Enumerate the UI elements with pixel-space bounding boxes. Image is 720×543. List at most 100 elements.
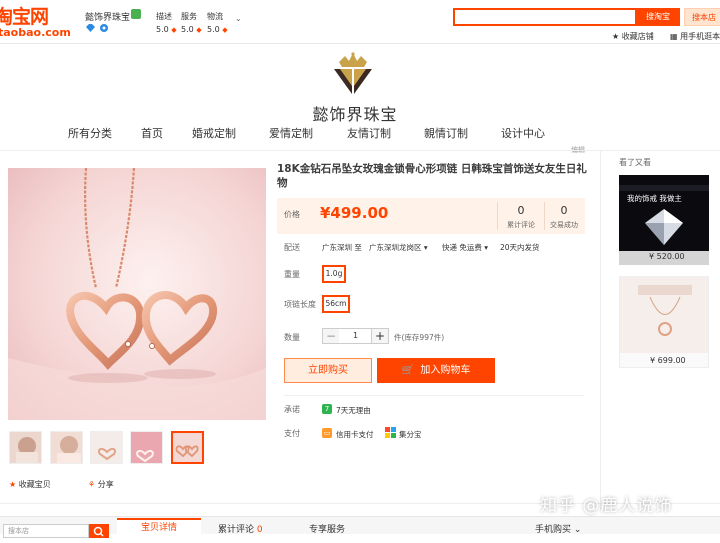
jifenbao-icon — [385, 427, 396, 438]
mobile-order-link[interactable]: 手机购买 ⌄ — [535, 522, 581, 535]
recommend-title: 看了又看 — [619, 158, 651, 167]
mobile-shop-link[interactable]: ▦ 用手机逛本 — [670, 31, 720, 42]
recommend-card-1[interactable]: 我的饰戒 我做主 ¥ 520.00 — [619, 175, 709, 265]
score-label: 描述 — [156, 12, 172, 21]
thumbnail-4[interactable] — [130, 431, 163, 464]
brand-name: 懿饰界珠宝 — [312, 105, 398, 124]
logo-domain: taobao.com — [0, 26, 71, 39]
score-description: 描述 5.0 ◆ — [156, 10, 177, 37]
star-icon: ★ — [9, 480, 17, 489]
shop-search-button[interactable] — [89, 524, 109, 538]
score-value: 5.0 — [207, 25, 220, 34]
promise-label: 承诺 — [284, 405, 300, 414]
quantity-label: 数量 — [284, 333, 300, 342]
search-input[interactable] — [453, 8, 637, 26]
price-label: 价格 — [284, 210, 300, 219]
thumbnail-2[interactable] — [50, 431, 83, 464]
score-value: 5.0 — [156, 25, 169, 34]
favorite-shop-label: 收藏店铺 — [621, 32, 654, 41]
recommend-image-2 — [620, 277, 708, 367]
tab-service[interactable]: 专享服务 — [309, 522, 345, 535]
thumbnail-image — [91, 432, 122, 463]
arrow-up-icon: ◆ — [196, 26, 202, 34]
brand-crown-logo-icon — [334, 52, 372, 94]
mobile-shop-label: 用手机逛本 — [680, 32, 720, 41]
thumbnail-image — [131, 432, 162, 463]
score-logistics: 物流 5.0 ◆ — [207, 10, 228, 37]
nav-wedding-ring[interactable]: 婚戒定制 — [192, 124, 236, 144]
tab-item-detail[interactable]: 宝贝详情 — [117, 518, 201, 536]
nav-home[interactable]: 首页 — [141, 124, 163, 144]
weight-label: 重量 — [284, 270, 300, 279]
shop-search-input[interactable]: 搜本店 — [3, 524, 89, 538]
search-shop-button[interactable]: 搜本店 — [684, 8, 720, 26]
tab-reviews[interactable]: 累计评论 0 — [218, 522, 263, 535]
shop-credit-icons — [85, 23, 109, 36]
thumbnail-1[interactable] — [9, 431, 42, 464]
shop-nav: 所有分类 首页 婚戒定制 爱情定制 友情订制 親情订制 设计中心 — [0, 124, 720, 146]
score-label: 物流 — [207, 12, 223, 21]
score-label: 服务 — [181, 12, 197, 21]
reviews-count[interactable]: 0 — [499, 204, 543, 217]
thumbnail-image — [10, 432, 41, 463]
nav-family-custom[interactable]: 親情订制 — [424, 124, 468, 144]
quantity-input[interactable]: 1 — [339, 328, 372, 344]
search-taobao-button[interactable]: 搜淘宝 — [636, 8, 680, 26]
stock-text: 件(库存997件) — [394, 333, 445, 342]
watermark: 知乎 @鹿人说饰 — [540, 496, 673, 516]
chevron-down-icon: ▾ — [484, 243, 489, 252]
quantity-increase-button[interactable]: + — [371, 328, 389, 344]
star-icon: ★ — [612, 32, 620, 41]
recommend-card-2-price: ¥ 699.00 — [650, 356, 686, 365]
taobao-logo[interactable]: 淘宝网 taobao.com — [0, 4, 71, 40]
quantity-decrease-button[interactable]: − — [322, 328, 340, 344]
score-service: 服务 5.0 ◆ — [181, 10, 202, 37]
thumbnail-3[interactable] — [90, 431, 123, 464]
qr-code-icon: ▦ — [670, 32, 678, 41]
length-label: 项链长度 — [284, 300, 316, 309]
nav-all-categories[interactable]: 所有分类 — [68, 124, 112, 144]
chevron-down-icon: ▾ — [423, 243, 428, 252]
shipping-method-select[interactable]: 快递 免运费 ▾ — [442, 242, 488, 253]
arrow-up-icon: ◆ — [222, 26, 228, 34]
payment-label: 支付 — [284, 429, 300, 438]
diamond-credit-icon — [86, 24, 108, 32]
score-value: 5.0 — [181, 25, 194, 34]
credit-card-payment: 信用卡支付 — [336, 430, 374, 439]
favorite-item-link[interactable]: ★ 收藏宝贝 — [9, 479, 51, 490]
nav-design-center[interactable]: 设计中心 — [501, 124, 545, 144]
product-title: 18K金钻石吊坠女玫瑰金锁骨心形项链 日韩珠宝首饰送女友生日礼物 — [277, 163, 587, 189]
jifenbao-payment: 集分宝 — [399, 430, 422, 439]
logo-text: 淘宝网 — [0, 6, 49, 28]
weight-option[interactable]: 1.0g — [322, 265, 346, 283]
share-label: 分享 — [97, 480, 114, 489]
promise-text[interactable]: 7天无理由 — [336, 405, 371, 416]
shop-badge-icon — [131, 9, 141, 19]
share-link[interactable]: ⚘ 分享 — [88, 479, 114, 490]
favorite-item-label: 收藏宝贝 — [18, 480, 51, 489]
shipping-label: 配送 — [284, 243, 300, 252]
add-to-cart-label: 加入购物车 — [420, 365, 471, 376]
credit-card-icon: ▭ — [322, 428, 332, 438]
thumbnail-image — [51, 432, 82, 463]
nav-love-custom[interactable]: 爱情定制 — [269, 124, 313, 144]
shipping-time: 20天内发货 — [500, 243, 540, 252]
share-icon: ⚘ — [88, 480, 96, 489]
product-main-image[interactable] — [8, 168, 266, 420]
shop-name[interactable]: 懿饰界珠宝 — [85, 10, 130, 23]
add-to-cart-button[interactable]: 🛒 加入购物车 — [377, 358, 495, 383]
favorite-shop-link[interactable]: ★ 收藏店铺 — [612, 31, 654, 42]
shipping-destination-select[interactable]: 广东深圳龙岗区 ▾ — [369, 242, 428, 253]
length-option[interactable]: 56cm — [322, 295, 350, 313]
chevron-down-icon[interactable]: ⌄ — [235, 14, 242, 23]
sales-label: 交易成功 — [550, 221, 578, 229]
price-value: ¥499.00 — [320, 204, 389, 222]
thumbnail-5-selected[interactable] — [171, 431, 204, 464]
sales-count: 0 — [560, 204, 568, 217]
seven-days-icon: 7 — [322, 404, 332, 414]
recommend-card-2[interactable]: ¥ 699.00 — [619, 276, 709, 368]
thumbnail-image — [173, 433, 202, 462]
shipping-from: 广东深圳 至 — [322, 243, 362, 252]
nav-friendship-custom[interactable]: 友情订制 — [347, 124, 391, 144]
buy-now-button[interactable]: 立即购买 — [284, 358, 372, 383]
